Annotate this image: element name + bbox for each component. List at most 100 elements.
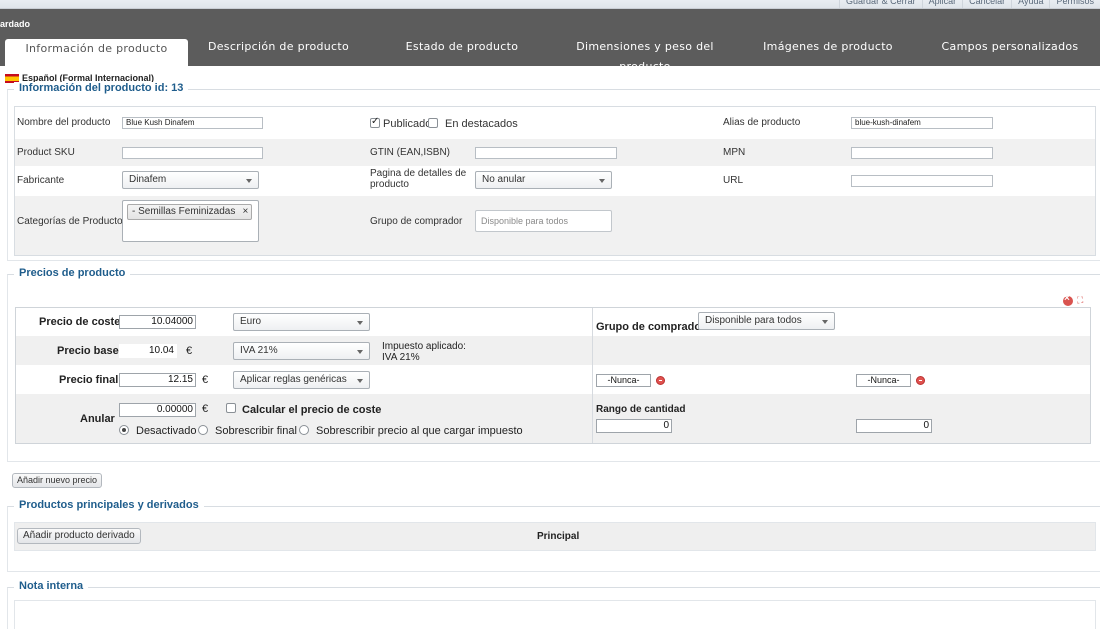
tab-product-info[interactable]: Información de producto — [5, 39, 188, 66]
tab-product-description[interactable]: Descripción de producto — [190, 37, 367, 66]
details-page-value: No anular — [482, 174, 526, 185]
price-grid: Precio de coste 10.04000 Euro Grupo de c… — [15, 307, 1091, 444]
category-tag: - Semillas Feminizadas × — [127, 204, 253, 220]
save-close-button[interactable]: Guardar & Cerrar — [839, 0, 922, 8]
chevron-down-icon — [246, 179, 252, 183]
info-row-sku: Product SKU GTIN (EAN,ISBN) MPN — [15, 139, 1095, 166]
price-rules-value: Aplicar reglas genéricas — [240, 374, 347, 385]
price-controls: ⛶ — [1063, 293, 1087, 306]
product-name-input[interactable]: Blue Kush Dinafem — [122, 117, 263, 129]
permissions-button[interactable]: Permisos — [1049, 0, 1100, 8]
info-row-name: Nombre del producto Blue Kush Dinafem Pu… — [15, 107, 1095, 139]
info-row-categories: Categorías de Producto - Semillas Femini… — [15, 196, 1095, 255]
chevron-down-icon — [822, 320, 828, 324]
prices-legend: Precios de producto — [14, 267, 131, 279]
published-checkbox[interactable] — [370, 116, 380, 128]
categories-multiselect[interactable]: - Semillas Feminizadas × — [122, 200, 259, 242]
published-label: Publicado — [383, 118, 432, 130]
gtin-label: GTIN (EAN,ISBN) — [370, 147, 451, 158]
tab-product-status[interactable]: Estado de producto — [372, 37, 552, 66]
tax-applied-label: Impuesto aplicado: — [382, 341, 466, 352]
price-row-base — [16, 336, 1090, 365]
principal-column-header: Principal — [537, 531, 580, 542]
radio-disabled-label: Desactivado — [136, 425, 197, 437]
tab-product-images[interactable]: Imágenes de producto — [740, 37, 916, 66]
final-price-label: Precio final — [59, 374, 119, 386]
price-buyer-group-value: Disponible para todos — [705, 315, 802, 326]
alias-input[interactable]: blue-kush-dinafem — [851, 117, 993, 129]
price-divider — [592, 308, 593, 443]
chevron-down-icon — [357, 321, 363, 325]
add-derived-product-button[interactable]: Añadir producto derivado — [17, 528, 141, 544]
sku-input[interactable] — [122, 147, 263, 159]
radio-overwrite-tax[interactable] — [299, 425, 309, 435]
saved-message-bar: ardado — [0, 9, 1100, 37]
override-euro-sign: € — [202, 403, 209, 415]
cost-price-input[interactable]: 10.04000 — [119, 315, 196, 329]
price-buyer-group-label: Grupo de comprador — [596, 321, 706, 333]
tab-dimensions-weight[interactable]: Dimensiones y peso del producto — [550, 37, 740, 73]
final-price-input[interactable]: 12.15 — [119, 373, 196, 387]
mpn-input[interactable] — [851, 147, 993, 159]
details-page-select[interactable]: No anular — [475, 171, 612, 189]
radio-overwrite-final-label: Sobrescribir final — [215, 425, 297, 437]
tab-custom-fields[interactable]: Campos personalizados — [920, 37, 1100, 66]
categories-label: Categorías de Producto — [17, 216, 123, 227]
buyer-group-label: Grupo de comprador — [370, 216, 463, 227]
featured-checkbox[interactable] — [428, 118, 438, 128]
base-price-label: Precio base — [57, 345, 119, 357]
override-price-input[interactable]: 0.00000 — [119, 403, 196, 417]
tax-select[interactable]: IVA 21% — [233, 342, 370, 360]
expand-icon[interactable]: ⛶ — [1077, 296, 1087, 306]
calculate-cost-checkbox[interactable] — [226, 403, 236, 413]
info-row-manufacturer: Fabricante Dinafem Pagina de detalles de… — [15, 166, 1095, 196]
final-euro-sign: € — [202, 374, 209, 386]
sku-label: Product SKU — [17, 147, 75, 158]
help-button[interactable]: Ayuda — [1011, 0, 1049, 8]
tax-applied: Impuesto aplicado: IVA 21% — [382, 341, 466, 363]
tax-value: IVA 21% — [240, 345, 278, 356]
radio-disabled[interactable] — [119, 425, 129, 435]
gtin-input[interactable] — [475, 147, 617, 159]
manufacturer-value: Dinafem — [129, 174, 167, 185]
quantity-from-input[interactable]: 0 — [596, 419, 672, 433]
remove-price-icon[interactable] — [1063, 293, 1073, 306]
featured-label: En destacados — [445, 118, 518, 130]
derived-products-legend: Productos principales y derivados — [14, 499, 204, 511]
cancel-button[interactable]: Cancelar — [962, 0, 1011, 8]
currency-value: Euro — [240, 316, 262, 327]
price-buyer-group-select[interactable]: Disponible para todos — [698, 312, 835, 330]
date-from-input[interactable]: -Nunca- — [596, 374, 651, 387]
base-price-input[interactable]: 10.04 — [119, 344, 177, 358]
date-to-input[interactable]: -Nunca- — [856, 374, 911, 387]
add-price-button[interactable]: Añadir nuevo precio — [12, 473, 103, 488]
buyer-group-input[interactable]: Disponible para todos — [475, 210, 612, 232]
details-page-label: Pagina de detalles de producto — [370, 168, 466, 190]
internal-note-legend: Nota interna — [14, 580, 89, 592]
url-input[interactable] — [851, 175, 993, 187]
mpn-label: MPN — [723, 147, 746, 158]
clear-date-from-icon[interactable] — [656, 376, 665, 385]
derived-products-header: Añadir producto derivado Principal — [14, 522, 1096, 551]
top-toolbar: Guardar & Cerrar Aplicar Cancelar Ayuda … — [0, 0, 1100, 9]
internal-note-editor[interactable] — [14, 600, 1096, 629]
close-icon[interactable]: × — [243, 205, 249, 219]
tab-bar: Información de producto Descripción de p… — [0, 37, 1100, 73]
tax-applied-value: IVA 21% — [382, 352, 420, 363]
manufacturer-select[interactable]: Dinafem — [122, 171, 259, 189]
apply-button[interactable]: Aplicar — [921, 0, 963, 8]
manufacturer-label: Fabricante — [17, 175, 65, 186]
alias-label: Alias de producto — [723, 117, 801, 128]
calculate-cost-label: Calcular el precio de coste — [242, 404, 382, 416]
url-label: URL — [723, 175, 744, 186]
price-rules-select[interactable]: Aplicar reglas genéricas — [233, 371, 370, 389]
quantity-to-input[interactable]: 0 — [856, 419, 932, 433]
details-page-label-line1: Pagina de detalles de — [370, 168, 467, 179]
currency-select[interactable]: Euro — [233, 313, 370, 331]
category-tag-label: - Semillas Feminizadas — [132, 206, 236, 217]
clear-date-to-icon[interactable] — [916, 376, 925, 385]
base-euro-sign: € — [186, 345, 193, 357]
chevron-down-icon — [357, 350, 363, 354]
details-page-label-line2: producto — [370, 179, 409, 190]
radio-overwrite-final[interactable] — [198, 425, 208, 435]
